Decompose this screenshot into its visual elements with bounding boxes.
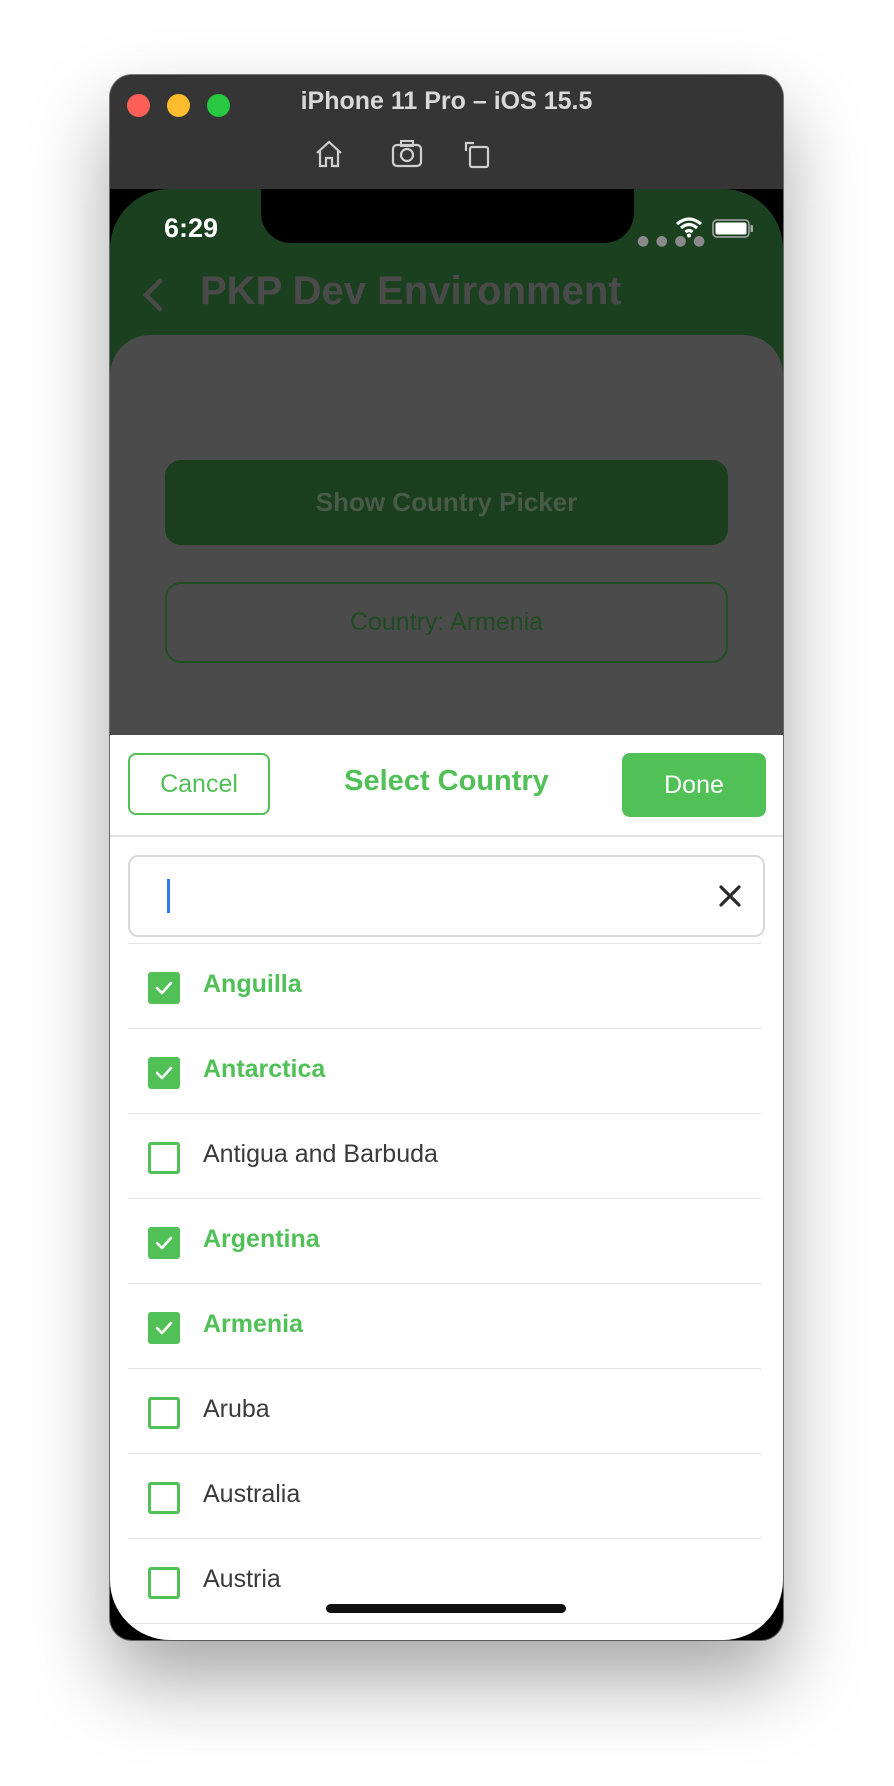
list-item-label: Armenia xyxy=(203,1310,304,1338)
back-chevron-icon[interactable] xyxy=(138,275,168,315)
list-item-label: Australia xyxy=(203,1480,301,1508)
list-item[interactable]: Australia xyxy=(128,1453,761,1538)
text-caret xyxy=(167,879,170,913)
title-bar: iPhone 11 Pro – iOS 15.5 xyxy=(110,75,783,189)
done-button[interactable]: Done xyxy=(622,753,766,817)
list-item-label: Antigua and Barbuda xyxy=(203,1140,438,1168)
list-item-label: Austria xyxy=(203,1565,281,1593)
notch xyxy=(261,189,634,243)
sheet-header: Cancel Select Country Done xyxy=(110,735,783,837)
screenshot-icon[interactable] xyxy=(390,137,424,171)
list-item-label: Anguilla xyxy=(203,970,302,998)
list-item[interactable]: Anguilla xyxy=(128,943,761,1028)
selected-country-display: Country: Armenia xyxy=(165,582,728,663)
rotate-icon[interactable] xyxy=(460,137,494,171)
country-list: Anguilla Antarctica Antigua and Barbuda Arg… xyxy=(128,943,761,1640)
checkbox-checked-icon[interactable] xyxy=(148,972,180,1004)
list-item-label: Argentina xyxy=(203,1225,320,1253)
clear-icon[interactable] xyxy=(718,884,742,908)
wifi-icon xyxy=(675,217,703,238)
checkbox-checked-icon[interactable] xyxy=(148,1312,180,1344)
battery-icon xyxy=(712,219,753,238)
status-time: 6:29 xyxy=(164,213,219,243)
list-item[interactable]: Azerbaijan xyxy=(128,1623,761,1640)
search-input[interactable] xyxy=(160,871,684,921)
nav-title: PKP Dev Environment xyxy=(200,269,622,313)
checkbox-checked-icon[interactable] xyxy=(148,1057,180,1089)
checkbox-icon[interactable] xyxy=(148,1482,180,1514)
window-title: iPhone 11 Pro – iOS 15.5 xyxy=(300,87,593,115)
list-item[interactable]: Armenia xyxy=(128,1283,761,1368)
list-item[interactable]: Argentina xyxy=(128,1198,761,1283)
search-field[interactable] xyxy=(128,855,765,937)
simulator-window: iPhone 11 Pro – iOS 15.5 6:29 ● ● ● ● PK… xyxy=(110,75,783,1640)
show-country-picker-button[interactable]: Show Country Picker xyxy=(165,460,728,545)
list-item-label: Antarctica xyxy=(203,1055,326,1083)
checkbox-icon[interactable] xyxy=(148,1567,180,1599)
checkbox-icon[interactable] xyxy=(148,1142,180,1174)
home-indicator[interactable] xyxy=(326,1604,566,1613)
list-item-label: Aruba xyxy=(203,1395,270,1423)
list-item[interactable]: Antarctica xyxy=(128,1028,761,1113)
list-item[interactable]: Aruba xyxy=(128,1368,761,1453)
list-item[interactable]: Antigua and Barbuda xyxy=(128,1113,761,1198)
checkbox-checked-icon[interactable] xyxy=(148,1227,180,1259)
home-icon[interactable] xyxy=(312,137,346,171)
device-screen: 6:29 ● ● ● ● PKP Dev Environment Show Co… xyxy=(110,189,783,1640)
country-picker-sheet: Cancel Select Country Done Anguilla Antar… xyxy=(110,735,783,1640)
checkbox-icon[interactable] xyxy=(148,1397,180,1429)
